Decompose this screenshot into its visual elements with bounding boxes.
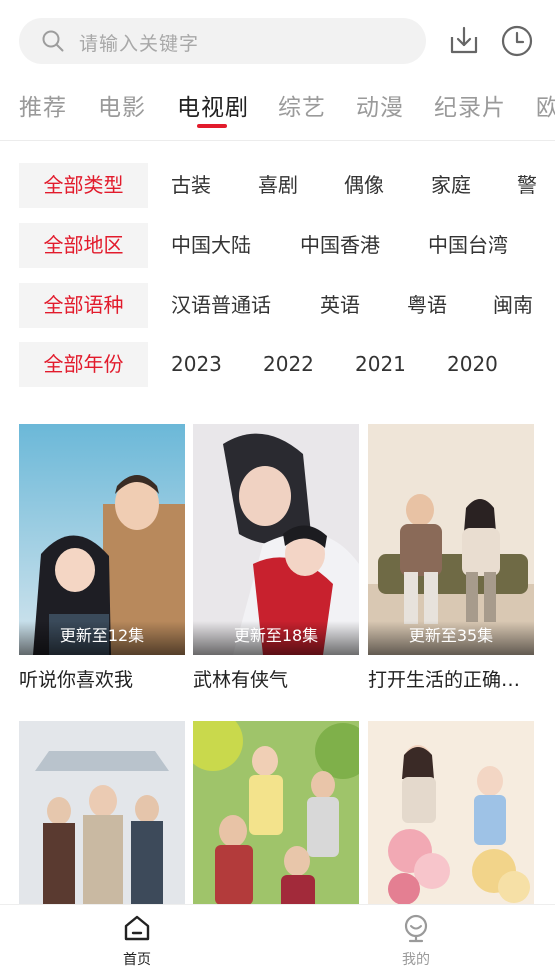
drama-card[interactable] [368,721,534,904]
filter-language-all[interactable]: 全部语种 [19,283,148,328]
search-placeholder: 请输入关键字 [79,33,200,55]
profile-icon [404,914,428,943]
episode-update-label: 更新至18集 [193,621,359,655]
top-bar: 请输入关键字 [0,0,555,80]
poster-image [193,721,359,904]
filter-option[interactable]: 英语 [320,283,360,328]
drama-card[interactable] [19,721,185,904]
tab-movie[interactable]: 电影 [98,88,146,122]
tab-anime[interactable]: 动漫 [356,88,404,122]
drama-card[interactable]: 更新至35集 打开生活的正确方式 [368,424,538,694]
filter-option[interactable]: 闽南 [493,283,533,328]
tab-western[interactable]: 欧 [536,88,555,122]
drama-card[interactable]: 更新至18集 武林有侠气 [193,424,359,694]
drama-title: 武林有侠气 [193,669,289,691]
nav-profile-label: 我的 [402,952,430,968]
tab-recommend[interactable]: 推荐 [19,88,67,122]
language-filter-row: 全部语种 汉语普通话 英语 粤语 闽南 [0,283,555,329]
filter-option[interactable]: 粤语 [407,283,447,328]
filter-year-all[interactable]: 全部年份 [19,342,148,387]
home-icon [124,915,150,941]
tab-documentary[interactable]: 纪录片 [434,88,506,122]
poster-image [19,721,185,904]
nav-home-label: 首页 [123,952,151,968]
filter-option[interactable]: 中国台湾 [428,223,508,268]
filter-option[interactable]: 汉语普通话 [171,283,271,328]
drama-card[interactable]: 更新至12集 听说你喜欢我 [19,424,185,694]
download-button[interactable] [447,24,481,58]
search-icon [42,30,64,52]
filter-option[interactable]: 家庭 [431,163,471,208]
filter-genre-all[interactable]: 全部类型 [19,163,148,208]
poster-image: 更新至35集 [368,424,534,655]
region-filter-row: 全部地区 中国大陆 中国香港 中国台湾 [0,223,555,269]
nav-home[interactable]: 首页 [97,913,177,969]
filter-option[interactable]: 2023 [171,342,222,387]
filter-option[interactable]: 中国大陆 [171,223,251,268]
history-button[interactable] [500,24,534,58]
drama-title: 打开生活的正确方式 [368,669,538,691]
history-clock-icon [501,25,533,57]
poster-image: 更新至12集 [19,424,185,655]
filter-option[interactable]: 2021 [355,342,406,387]
filter-option[interactable]: 2022 [263,342,314,387]
filter-option[interactable]: 偶像 [344,163,384,208]
genre-filter-row: 全部类型 古装 喜剧 偶像 家庭 警 [0,163,555,209]
filter-option[interactable]: 古装 [171,163,211,208]
poster-image: 更新至18集 [193,424,359,655]
filter-option[interactable]: 喜剧 [258,163,298,208]
filter-option[interactable]: 中国香港 [300,223,380,268]
episode-update-label: 更新至35集 [368,621,534,655]
nav-profile[interactable]: 我的 [376,913,456,969]
active-tab-indicator [197,124,227,128]
download-icon [450,26,478,54]
episode-update-label: 更新至12集 [19,621,185,655]
search-input[interactable]: 请输入关键字 [19,18,426,64]
drama-title: 听说你喜欢我 [19,669,134,691]
drama-card[interactable] [193,721,359,904]
filter-region-all[interactable]: 全部地区 [19,223,148,268]
bottom-nav: 首页 我的 [0,904,555,973]
filter-option[interactable]: 警 [517,163,537,208]
year-filter-row: 全部年份 2023 2022 2021 2020 [0,342,555,388]
filter-option[interactable]: 2020 [447,342,498,387]
poster-image [368,721,534,904]
tab-variety[interactable]: 综艺 [278,88,326,122]
category-tabs: 推荐 电影 电视剧 综艺 动漫 纪录片 欧 [0,86,555,141]
tab-tv-series[interactable]: 电视剧 [177,88,249,122]
